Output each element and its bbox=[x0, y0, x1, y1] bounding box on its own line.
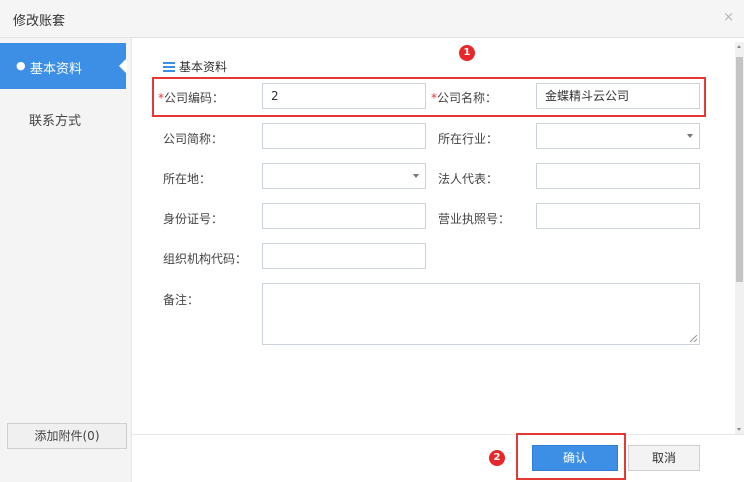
location-label: 所在地： bbox=[163, 172, 212, 186]
company-name-input[interactable]: 金蝶精斗云公司 bbox=[536, 83, 700, 109]
sidebar: ● 基本资料 联系方式 添加附件(0) bbox=[0, 38, 132, 482]
add-attachment-button[interactable]: 添加附件(0) bbox=[7, 423, 127, 449]
sidebar-item-contact[interactable]: 联系方式 bbox=[29, 110, 81, 129]
short-name-label: 公司简称： bbox=[163, 132, 224, 146]
annotation-badge-1: 1 bbox=[459, 45, 475, 61]
company-code-label: *公司编码： bbox=[158, 91, 225, 105]
chevron-down-icon bbox=[413, 174, 419, 178]
dialog-title: 修改账套 bbox=[13, 14, 66, 29]
confirm-button[interactable]: 确认 bbox=[532, 445, 618, 471]
org-code-label: 组织机构代码： bbox=[163, 252, 248, 266]
id-number-label: 身份证号： bbox=[163, 212, 224, 226]
scroll-thumb[interactable] bbox=[736, 57, 743, 282]
section-title: 基本资料 bbox=[179, 60, 228, 74]
industry-select[interactable] bbox=[536, 123, 700, 149]
resize-grip-icon[interactable] bbox=[690, 335, 697, 342]
industry-label: 所在行业： bbox=[438, 132, 499, 146]
legal-rep-input[interactable] bbox=[536, 163, 700, 189]
sidebar-item-basic-info[interactable]: ● 基本资料 bbox=[0, 43, 127, 89]
remark-label: 备注： bbox=[163, 293, 200, 307]
remark-textarea[interactable] bbox=[262, 283, 700, 345]
annotation-badge-2: 2 bbox=[489, 450, 505, 466]
org-code-input[interactable] bbox=[262, 243, 426, 269]
close-icon[interactable]: × bbox=[723, 10, 734, 25]
footer-divider bbox=[132, 434, 744, 435]
company-code-input[interactable]: 2 bbox=[262, 83, 426, 109]
location-select[interactable] bbox=[262, 163, 426, 189]
section-header: 基本资料 bbox=[163, 58, 227, 75]
scroll-up-icon[interactable] bbox=[737, 45, 741, 48]
scrollbar[interactable] bbox=[735, 42, 744, 434]
scroll-down-icon[interactable] bbox=[737, 428, 741, 431]
legal-rep-label: 法人代表： bbox=[438, 172, 499, 186]
chevron-down-icon bbox=[687, 134, 693, 138]
id-number-input[interactable] bbox=[262, 203, 426, 229]
cancel-button[interactable]: 取消 bbox=[628, 445, 700, 471]
list-icon bbox=[163, 62, 175, 72]
dialog-titlebar: 修改账套 × bbox=[0, 0, 744, 38]
active-pointer-icon bbox=[119, 58, 127, 74]
bullet-icon: ● bbox=[16, 59, 26, 72]
short-name-input[interactable] bbox=[262, 123, 426, 149]
license-no-input[interactable] bbox=[536, 203, 700, 229]
license-no-label: 营业执照号： bbox=[438, 212, 511, 226]
company-name-label: *公司名称： bbox=[431, 91, 498, 105]
sidebar-item-label: 基本资料 bbox=[30, 62, 83, 77]
